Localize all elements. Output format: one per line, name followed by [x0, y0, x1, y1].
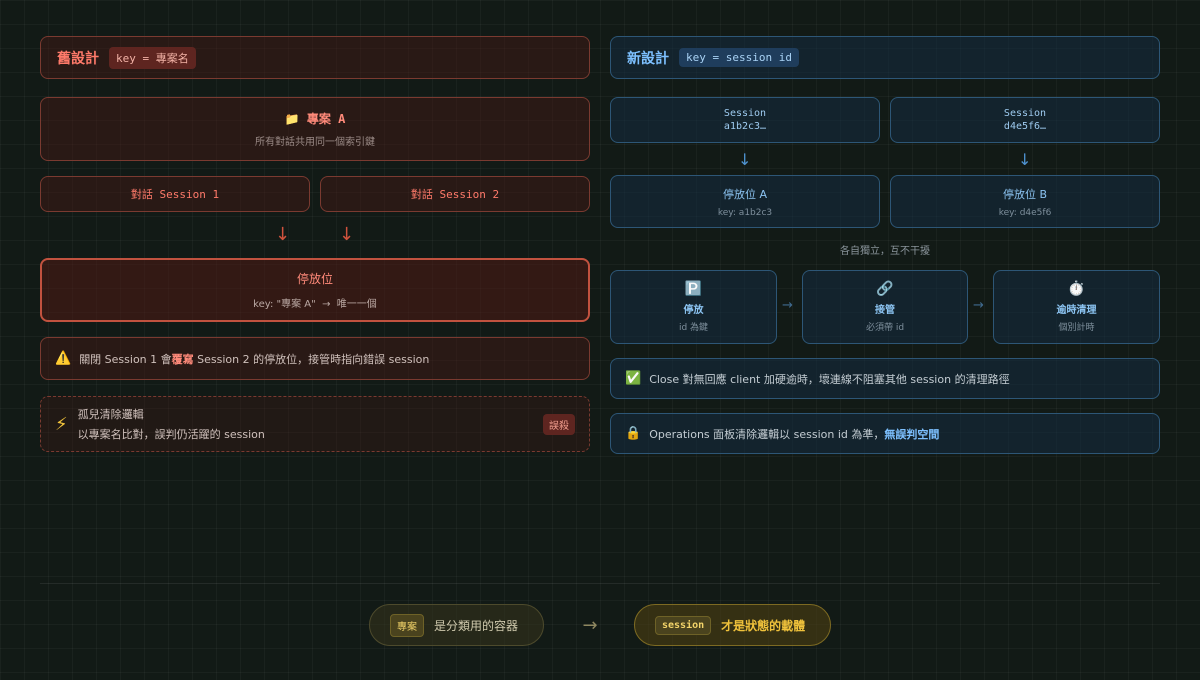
step-timeout-subtitle: 個別計時 [1058, 323, 1095, 333]
parking-b-box: 停放位 B key: d4e5f6 [890, 175, 1160, 228]
close-timeout-note: ✅ Close 對無回應 client 加硬逾時，壞連線不阻塞其他 sessio… [610, 358, 1160, 399]
divider [40, 583, 1160, 584]
session-chip: session [655, 615, 712, 635]
new-session-b-box: Session d4e5f6… [890, 97, 1160, 143]
independent-note: 各自獨立，互不干擾 [840, 246, 930, 257]
right-arrow-icon: → [782, 298, 793, 313]
step-takeover-box: 🔗 接管 必須帶 id [802, 270, 968, 344]
old-parking-box: 停放位 key: "專案 A" → 唯一一個 [40, 258, 590, 322]
warning-icon: ⚠️ [55, 351, 72, 366]
orphan-cleanup-box: ⚡ 孤兒清除邏輯 以專案名比對，誤判仍活躍的 session 誤殺 [40, 396, 590, 452]
new-design-title: 新設計 [627, 50, 669, 67]
old-session-2-box: 對話 Session 2 [320, 176, 590, 212]
summary-session-pill: session 才是狀態的載體 [634, 604, 831, 646]
step-park-box: 🅿️ 停放 id 為鍵 [610, 270, 777, 344]
project-title: 專案 A [306, 112, 346, 126]
old-design-title: 舊設計 [57, 50, 99, 67]
old-session-2-label: 對話 Session 2 [410, 188, 500, 201]
new-session-b-line2: d4e5f6… [1003, 121, 1047, 132]
orphan-subtitle: 以專案名比對，誤判仍活躍的 session [77, 428, 265, 441]
lightning-icon: ⚡ [55, 413, 68, 435]
step-takeover-title: 接管 [875, 305, 895, 316]
overwrite-warning: ⚠️ 關閉 Session 1 會覆寫 Session 2 的停放位，接管時指向… [40, 337, 590, 380]
warning-text-highlight: 覆寫 [171, 352, 194, 366]
step-park-subtitle: id 為鍵 [678, 323, 709, 333]
ops-text-before: Operations 面板清除邏輯以 session id 為準， [649, 427, 885, 441]
link-icon: 🔗 [876, 281, 894, 297]
new-session-b-line1: Session [1003, 108, 1047, 119]
summary-session-text: 才是狀態的載體 [721, 618, 806, 633]
folder-icon: 📁 [284, 112, 300, 126]
step-park-title: 停放 [683, 305, 704, 316]
warning-text-before: 關閉 Session 1 會 [79, 352, 172, 366]
old-design-header: 舊設計 key = 專案名 [40, 36, 590, 79]
old-session-1-label: 對話 Session 1 [130, 188, 220, 201]
orphan-title: 孤兒清除邏輯 [77, 408, 144, 421]
old-parking-title: 停放位 [296, 272, 333, 286]
false-kill-tag: 誤殺 [543, 413, 575, 435]
parking-a-box: 停放位 A key: a1b2c3 [610, 175, 880, 228]
ops-text-highlight: 無誤判空間 [884, 427, 940, 441]
stopwatch-icon: ⏱️ [1067, 281, 1086, 297]
down-arrow-icon: ↓ [738, 150, 752, 169]
project-title-line: 📁 專案 A [285, 110, 346, 127]
parking-a-subtitle: key: a1b2c3 [717, 207, 773, 218]
warning-text-after: Session 2 的停放位，接管時指向錯誤 session [193, 352, 430, 366]
right-arrow-icon: → [973, 298, 984, 313]
project-subtitle: 所有對話共用同一個索引鍵 [255, 137, 375, 148]
parking-b-title: 停放位 B [1002, 187, 1048, 201]
check-icon: ✅ [625, 371, 642, 386]
down-arrow-icon: ↓ [1018, 150, 1032, 169]
new-session-a-line1: Session [723, 108, 767, 119]
parking-icon: 🅿️ [684, 281, 703, 297]
right-arrow-icon: → [582, 614, 598, 636]
summary-project-text: 是分類用的容器 [434, 618, 519, 633]
lock-icon: 🔒 [625, 426, 642, 441]
new-design-header: 新設計 key = session id [610, 36, 1160, 79]
new-design-key-badge: key = session id [679, 48, 799, 67]
old-design-key-badge: key = 專案名 [109, 46, 196, 69]
parking-a-title: 停放位 A [722, 187, 768, 201]
ops-panel-note: 🔒 Operations 面板清除邏輯以 session id 為準， 無誤判空間 [610, 413, 1160, 454]
close-timeout-text: Close 對無回應 client 加硬逾時，壞連線不阻塞其他 session … [649, 372, 1010, 386]
step-timeout-box: ⏱️ 逾時清理 個別計時 [993, 270, 1160, 344]
down-arrow-icon: ↓ [275, 224, 291, 245]
parking-b-subtitle: key: d4e5f6 [998, 207, 1052, 218]
summary-project-pill: 專案 是分類用的容器 [369, 604, 544, 646]
new-session-a-line2: a1b2c3… [723, 121, 767, 132]
old-parking-subtitle: key: "專案 A" → 唯一一個 [253, 299, 377, 310]
old-session-1-box: 對話 Session 1 [40, 176, 310, 212]
project-container-box: 📁 專案 A 所有對話共用同一個索引鍵 [40, 97, 590, 161]
new-session-a-box: Session a1b2c3… [610, 97, 880, 143]
project-chip: 專案 [390, 613, 424, 637]
step-takeover-subtitle: 必須帶 id [865, 323, 905, 333]
step-timeout-title: 逾時清理 [1056, 305, 1097, 316]
down-arrow-icon: ↓ [339, 224, 355, 245]
